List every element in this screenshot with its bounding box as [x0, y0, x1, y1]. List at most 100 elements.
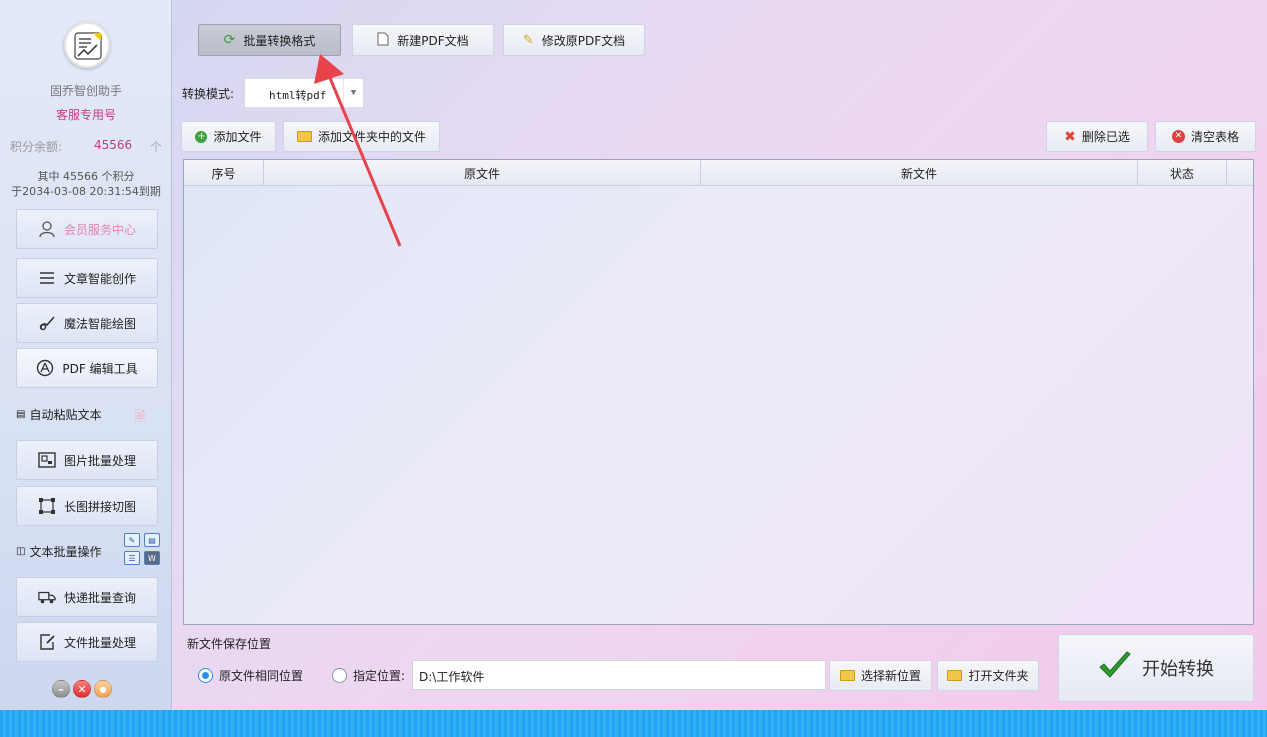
column-header-index[interactable]: 序号	[184, 160, 264, 186]
delete-x-icon: ✖	[1064, 128, 1076, 145]
choose-location-button[interactable]: 选择新位置	[829, 660, 932, 691]
pencil-icon: ✎	[522, 32, 534, 48]
radio-custom-location-label: 指定位置:	[353, 669, 406, 683]
pdf-tools-button[interactable]: PDF 编辑工具	[16, 348, 158, 388]
points-expiry-line: 于2034-03-08 20:31:54到期	[11, 185, 161, 198]
article-creation-label: 文章智能创作	[63, 271, 136, 286]
radio-same-location-label: 原文件相同位置	[219, 669, 304, 683]
mode-select[interactable]: html转pdf ▼	[244, 78, 364, 108]
clear-icon: ✕	[1171, 130, 1185, 143]
long-image-button[interactable]: 长图拼接切图	[16, 486, 158, 526]
tab-edit-pdf-label: 修改原PDF文档	[541, 33, 626, 48]
open-folder-button[interactable]: 打开文件夹	[937, 660, 1039, 691]
text-batch-label: 文本批量操作	[29, 544, 102, 559]
add-folder-button[interactable]: 添加文件夹中的文件	[283, 121, 440, 152]
tab-edit-pdf[interactable]: ✎ 修改原PDF文档	[503, 24, 645, 56]
lines-icon	[38, 269, 56, 287]
logo-icon	[74, 32, 102, 60]
column-header-source[interactable]: 原文件	[264, 160, 701, 186]
folder-add-icon	[296, 131, 312, 142]
pdf-tools-label: PDF 编辑工具	[62, 361, 138, 376]
column-header-status[interactable]: 状态	[1138, 160, 1227, 186]
points-label: 积分余额:	[10, 140, 63, 154]
points-detail-line: 其中 45566 个积分	[37, 170, 135, 183]
start-convert-button[interactable]: 开始转换	[1058, 634, 1254, 702]
brush-icon	[38, 314, 56, 332]
delete-selected-label: 删除已选	[1081, 130, 1130, 144]
word-icon[interactable]: W	[144, 551, 160, 565]
file-batch-label: 文件批量处理	[63, 635, 136, 650]
settings-icon[interactable]: ●	[94, 680, 112, 698]
add-icon: +	[195, 130, 208, 143]
image-batch-button[interactable]: 图片批量处理	[16, 440, 158, 480]
express-query-button[interactable]: 快递批量查询	[16, 577, 158, 617]
table-header: 序号 原文件 新文件 状态	[184, 160, 1253, 186]
points-expiry: 其中 45566 个积分 于2034-03-08 20:31:54到期	[0, 169, 172, 199]
tab-new-pdf-label: 新建PDF文档	[397, 33, 469, 48]
refresh-icon: ⟳	[223, 32, 236, 48]
app-window: 固乔智创助手 客服专用号 积分余额: 45566 个 其中 45566 个积分 …	[0, 0, 1267, 710]
account-name[interactable]: 客服专用号	[0, 106, 172, 123]
chevron-down-icon[interactable]: ▼	[343, 79, 363, 107]
app-name: 固乔智创助手	[49, 84, 122, 98]
file-batch-button[interactable]: 文件批量处理	[16, 622, 158, 662]
book-icon[interactable]: ▤	[144, 533, 160, 547]
image-batch-label: 图片批量处理	[63, 453, 136, 468]
radio-same-location[interactable]: 原文件相同位置	[198, 667, 303, 684]
edit-icon[interactable]: ✎	[124, 533, 140, 547]
close-icon[interactable]: ✕	[73, 680, 91, 698]
add-file-button[interactable]: + 添加文件	[181, 121, 276, 152]
clear-table-label: 清空表格	[1190, 130, 1239, 144]
express-query-label: 快递批量查询	[63, 590, 136, 605]
member-center-button[interactable]: 会员服务中心	[16, 209, 158, 249]
file-edit-icon	[38, 633, 56, 651]
add-folder-label: 添加文件夹中的文件	[317, 130, 426, 144]
truck-icon	[38, 588, 56, 606]
long-image-label: 长图拼接切图	[63, 499, 136, 514]
points-unit: 个	[150, 140, 163, 154]
magic-drawing-button[interactable]: 魔法智能绘图	[16, 303, 158, 343]
member-center-label: 会员服务中心	[63, 222, 136, 237]
mode-label: 转换模式:	[182, 87, 235, 101]
checkmark-icon	[1098, 650, 1132, 686]
delete-selected-button[interactable]: ✖ 删除已选	[1046, 121, 1148, 152]
radio-dot[interactable]	[332, 668, 347, 683]
image-icon	[38, 451, 56, 469]
folder-icon	[947, 670, 963, 681]
tab-batch-convert-label: 批量转换格式	[243, 33, 316, 48]
choose-location-label: 选择新位置	[860, 669, 921, 683]
text-tool-icons: ✎ ▤ ☰ W	[124, 533, 160, 565]
app-logo	[64, 22, 110, 68]
open-folder-label: 打开文件夹	[968, 669, 1029, 683]
document-icon[interactable]: 🗎	[135, 406, 146, 430]
auto-paste-text-item[interactable]: ▤ 自动粘贴文本 🗎	[16, 394, 160, 434]
column-header-spacer	[1227, 160, 1253, 186]
article-creation-button[interactable]: 文章智能创作	[16, 258, 158, 298]
points-value: 45566	[94, 138, 133, 152]
list-icon: ▤	[16, 408, 26, 420]
save-location-label: 新文件保存位置	[187, 637, 272, 651]
text-batch-item[interactable]: ◫ 文本批量操作 ✎ ▤ ☰ W	[16, 531, 160, 571]
sidebar: 固乔智创助手 客服专用号 积分余额: 45566 个 其中 45566 个积分 …	[0, 0, 172, 710]
minimize-icon[interactable]: –	[52, 680, 70, 698]
points-balance: 积分余额: 45566 个	[10, 138, 168, 155]
radio-custom-location[interactable]: 指定位置:	[332, 667, 405, 684]
file-table[interactable]: 序号 原文件 新文件 状态	[183, 159, 1254, 625]
save-path-input[interactable]: D:\工作软件	[412, 660, 826, 690]
auto-paste-text-label: 自动粘贴文本	[29, 407, 102, 422]
folder-search-icon	[839, 670, 855, 681]
page-icon	[377, 32, 389, 49]
panel-icon: ◫	[16, 545, 26, 557]
clear-table-button[interactable]: ✕ 清空表格	[1155, 121, 1256, 152]
add-file-label: 添加文件	[213, 130, 262, 144]
pdf-tool-icon	[36, 359, 54, 377]
tab-new-pdf[interactable]: 新建PDF文档	[352, 24, 494, 56]
tab-batch-convert[interactable]: ⟳ 批量转换格式	[198, 24, 341, 56]
checklist-icon[interactable]: ☰	[124, 551, 140, 565]
crop-icon	[38, 497, 56, 515]
mode-selected-value: html转pdf	[269, 89, 327, 102]
radio-dot-selected[interactable]	[198, 668, 213, 683]
column-header-target[interactable]: 新文件	[701, 160, 1138, 186]
user-icon	[38, 220, 56, 238]
start-convert-label: 开始转换	[1142, 659, 1214, 680]
